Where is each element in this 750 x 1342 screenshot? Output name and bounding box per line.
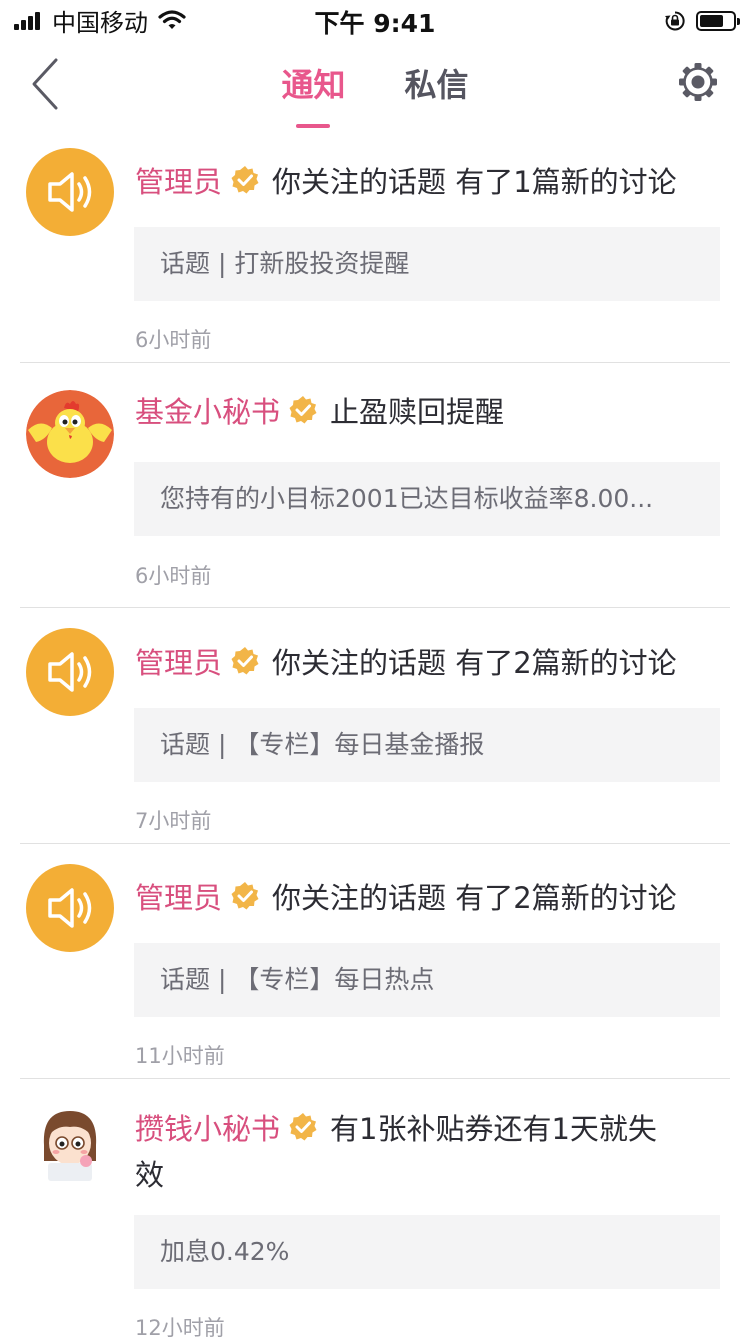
tab-bar: 通知 私信 [0, 60, 750, 128]
verified-badge-icon [231, 882, 259, 910]
sender-name[interactable]: 管理员 [135, 646, 222, 680]
timestamp: 11小时前 [135, 1044, 225, 1068]
sender-name[interactable]: 攒钱小秘书 [135, 1112, 280, 1146]
tab-private-messages[interactable]: 私信 [405, 60, 469, 106]
verified-badge-icon [231, 166, 259, 194]
notification-item[interactable]: 管理员 你关注的话题 有了2篇新的讨论 话题 | 【专栏】每日基金播报 7小时前 [20, 608, 730, 844]
sender-name[interactable]: 管理员 [135, 165, 222, 199]
speaker-avatar [26, 628, 114, 716]
status-bar: 中国移动 下午 9:41 [0, 0, 750, 40]
timestamp: 12小时前 [135, 1316, 225, 1340]
speaker-avatar [26, 148, 114, 236]
sender-name[interactable]: 基金小秘书 [135, 395, 280, 429]
quoted-content[interactable]: 您持有的小目标2001已达目标收益率8.00... [134, 462, 720, 536]
girl-avatar-icon [43, 1111, 97, 1181]
speaker-icon [48, 172, 92, 212]
orientation-lock-icon [665, 11, 685, 31]
sender-name[interactable]: 管理员 [135, 881, 222, 915]
battery-icon [696, 11, 740, 31]
notification-item[interactable]: 基金小秘书 止盈赎回提醒 您持有的小目标2001已达目标收益率8.00... 6… [20, 363, 730, 608]
tab-notifications[interactable]: 通知 [281, 60, 345, 128]
timestamp: 6小时前 [135, 328, 212, 352]
timestamp: 6小时前 [135, 564, 212, 588]
notification-item[interactable]: 管理员 你关注的话题 有了1篇新的讨论 话题 | 打新股投资提醒 6小时前 [20, 128, 730, 363]
nav-bar: 通知 私信 [0, 40, 750, 128]
message-text: 你关注的话题 有了2篇新的讨论 [272, 881, 677, 915]
rooster-mascot-avatar [26, 390, 114, 478]
speaker-icon [48, 888, 92, 928]
timestamp: 7小时前 [135, 809, 212, 833]
speaker-avatar [26, 864, 114, 952]
message-text: 止盈赎回提醒 [330, 395, 505, 429]
notification-item[interactable]: 管理员 你关注的话题 有了2篇新的讨论 话题 | 【专栏】每日热点 11小时前 [20, 844, 730, 1079]
quoted-content[interactable]: 加息0.42% [134, 1215, 720, 1289]
quoted-content[interactable]: 话题 | 【专栏】每日基金播报 [134, 708, 720, 782]
message-text: 你关注的话题 有了1篇新的讨论 [272, 165, 677, 199]
message-text: 你关注的话题 有了2篇新的讨论 [272, 646, 677, 680]
notification-item[interactable]: 攒钱小秘书 有1张补贴券还有1天就失效 加息0.42% 12小时前 [20, 1079, 730, 1340]
verified-badge-icon [289, 1113, 317, 1141]
rooster-mascot-icon [26, 390, 114, 478]
quoted-content[interactable]: 话题 | 打新股投资提醒 [134, 227, 720, 301]
status-time: 下午 9:41 [314, 9, 436, 38]
verified-badge-icon [289, 396, 317, 424]
quoted-content[interactable]: 话题 | 【专栏】每日热点 [134, 943, 720, 1017]
verified-badge-icon [231, 647, 259, 675]
speaker-icon [48, 652, 92, 692]
notification-list: 管理员 你关注的话题 有了1篇新的讨论 话题 | 打新股投资提醒 6小时前 基金… [20, 128, 730, 1340]
girl-avatar [26, 1101, 114, 1189]
settings-gear-icon[interactable] [676, 60, 720, 104]
